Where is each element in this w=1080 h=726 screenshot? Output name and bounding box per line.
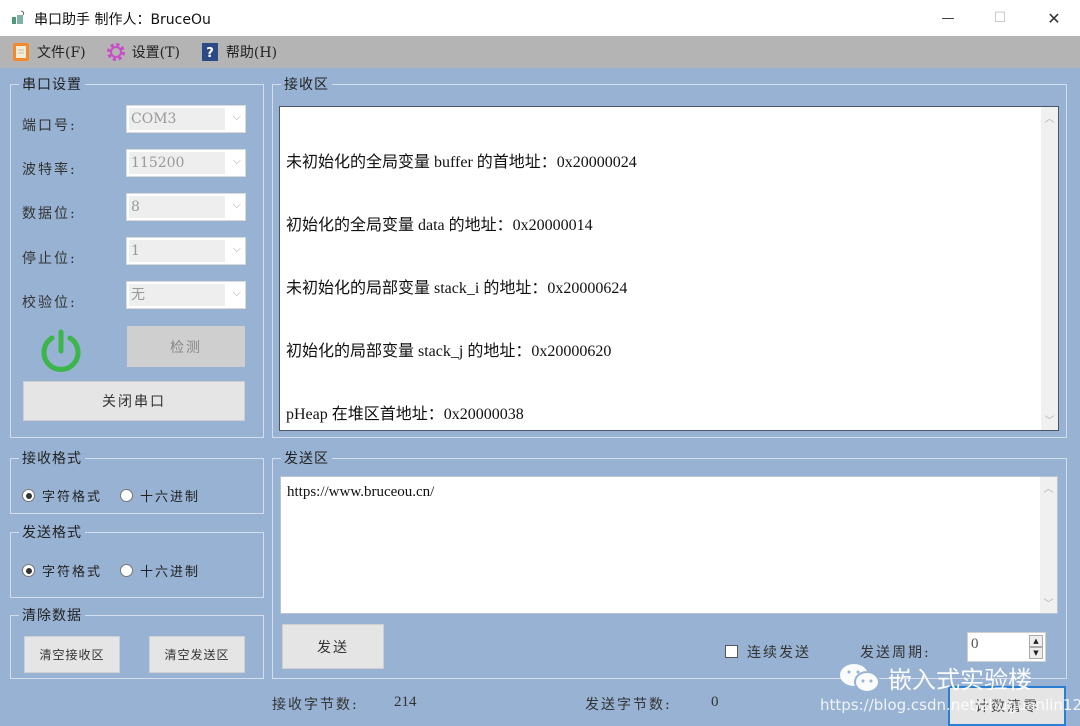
- receive-hex-radio[interactable]: [120, 489, 134, 502]
- title-bar: 串口助手 制作人：BruceOu — ☐ ✕: [0, 0, 1080, 36]
- clear-data-title: 清除数据: [19, 605, 85, 625]
- power-icon: [38, 328, 84, 374]
- chevron-down-icon: ⌵: [232, 198, 241, 211]
- clear-receive-label: 清空接收区: [39, 648, 105, 662]
- receive-hex-label: 十六进制: [140, 490, 201, 505]
- chevron-down-icon: ⌵: [232, 242, 241, 255]
- send-scrollbar[interactable]: ︿ ﹀: [1040, 477, 1057, 613]
- stop-bits-select[interactable]: 1 ⌵: [126, 237, 246, 265]
- help-icon: ?: [200, 42, 220, 62]
- chevron-down-icon: ⌵: [232, 286, 241, 299]
- close-icon: ✕: [1047, 8, 1061, 28]
- scroll-up-icon[interactable]: ︿: [1041, 110, 1058, 125]
- send-hex-label: 十六进制: [140, 565, 201, 580]
- menu-settings-label: 设置(T): [131, 45, 180, 61]
- receive-area-title: 接收区: [281, 74, 332, 94]
- data-bits-value: 8: [129, 196, 225, 218]
- port-label: 端口号:: [22, 118, 77, 134]
- receive-line: 初始化的局部变量 stack_j 的地址：0x20000620: [286, 343, 612, 360]
- receive-line: 未初始化的局部变量 stack_i 的地址：0x20000624: [286, 280, 628, 297]
- receive-format-title: 接收格式: [19, 448, 85, 468]
- send-period-spinner[interactable]: 0 ▲ ▼: [967, 632, 1046, 662]
- clear-send-button[interactable]: 清空发送区: [149, 636, 245, 673]
- continuous-send-checkbox[interactable]: [725, 645, 738, 658]
- data-bits-select[interactable]: 8 ⌵: [126, 193, 246, 221]
- port-select[interactable]: COM3 ⌵: [126, 105, 246, 133]
- menu-file-label: 文件(F): [37, 45, 86, 61]
- stop-bits-value: 1: [129, 240, 225, 262]
- send-format-options: 字符格式 十六进制: [22, 561, 218, 580]
- reset-count-button[interactable]: 计数清零: [948, 686, 1066, 726]
- close-port-button-label: 关闭串口: [102, 394, 166, 410]
- menu-file[interactable]: 文件(F): [11, 42, 86, 62]
- chevron-down-icon: ⌵: [232, 154, 241, 167]
- window-title: 串口助手 制作人：BruceOu: [34, 12, 211, 28]
- minimize-icon: —: [941, 10, 955, 26]
- send-period-value: 0: [971, 636, 979, 652]
- send-format-title: 发送格式: [19, 522, 85, 542]
- detect-button[interactable]: 检测: [127, 326, 245, 367]
- close-button[interactable]: ✕: [1031, 0, 1077, 36]
- menu-bar: 文件(F) 设置(T) ? 帮助(H): [0, 36, 1080, 68]
- reset-count-label: 计数清零: [975, 699, 1039, 715]
- svg-text:?: ?: [206, 46, 214, 61]
- app-icon: [11, 10, 27, 26]
- data-bits-label: 数据位:: [22, 206, 77, 222]
- spin-up-icon[interactable]: ▲: [1029, 635, 1043, 647]
- send-area-title: 发送区: [281, 448, 332, 468]
- recv-bytes-label: 接收字节数:: [272, 697, 359, 713]
- sent-bytes-label: 发送字节数:: [585, 697, 672, 713]
- send-content: https://www.bruceou.cn/: [287, 484, 435, 500]
- baud-rate-select[interactable]: 115200 ⌵: [126, 149, 246, 177]
- receive-line: 未初始化的全局变量 buffer 的首地址：0x20000024: [286, 154, 637, 171]
- sent-bytes-value: 0: [711, 694, 719, 710]
- file-icon: [11, 42, 31, 62]
- stop-bits-label: 停止位:: [22, 251, 77, 267]
- continuous-send-label: 连续发送: [747, 645, 811, 661]
- menu-help[interactable]: ? 帮助(H): [200, 42, 277, 62]
- send-button[interactable]: 发送: [282, 624, 384, 669]
- receive-content: 未初始化的全局变量 buffer 的首地址：0x20000024 初始化的全局变…: [280, 107, 1058, 470]
- port-value: COM3: [129, 108, 225, 130]
- scroll-down-icon[interactable]: ﹀: [1040, 595, 1057, 610]
- menu-help-label: 帮助(H): [225, 45, 278, 61]
- clear-receive-button[interactable]: 清空接收区: [24, 636, 120, 673]
- baud-rate-value: 115200: [129, 152, 225, 174]
- send-period-label: 发送周期:: [860, 645, 931, 661]
- send-textarea[interactable]: https://www.bruceou.cn/ ︿ ﹀: [280, 476, 1058, 614]
- menu-settings[interactable]: 设置(T): [106, 42, 180, 62]
- detect-button-label: 检测: [170, 339, 202, 356]
- serial-settings-title: 串口设置: [19, 74, 85, 94]
- minimize-button[interactable]: —: [925, 0, 971, 36]
- receive-textarea[interactable]: 未初始化的全局变量 buffer 的首地址：0x20000024 初始化的全局变…: [279, 106, 1059, 431]
- clear-send-label: 清空发送区: [164, 648, 230, 662]
- receive-format-options: 字符格式 十六进制: [22, 486, 218, 505]
- send-hex-radio[interactable]: [120, 564, 134, 577]
- gear-icon: [106, 42, 126, 62]
- chevron-down-icon: ⌵: [232, 110, 241, 123]
- receive-char-label: 字符格式: [42, 490, 103, 505]
- receive-line: 初始化的全局变量 data 的地址：0x20000014: [286, 217, 593, 234]
- send-button-label: 发送: [317, 639, 349, 656]
- maximize-icon: ☐: [993, 10, 1007, 26]
- scroll-down-icon[interactable]: ﹀: [1041, 412, 1058, 427]
- scroll-up-icon[interactable]: ︿: [1040, 480, 1057, 495]
- receive-line: pHeap 在堆区首地址：0x20000038: [286, 406, 524, 423]
- parity-label: 校验位:: [22, 295, 77, 311]
- parity-value: 无: [129, 284, 225, 306]
- parity-select[interactable]: 无 ⌵: [126, 281, 246, 309]
- send-char-radio[interactable]: [22, 564, 35, 577]
- receive-scrollbar[interactable]: ︿ ﹀: [1041, 107, 1058, 430]
- maximize-button[interactable]: ☐: [977, 0, 1023, 36]
- spin-down-icon[interactable]: ▼: [1029, 647, 1043, 659]
- recv-bytes-value: 214: [394, 694, 417, 710]
- send-char-label: 字符格式: [42, 565, 103, 580]
- receive-char-radio[interactable]: [22, 489, 35, 502]
- close-port-button[interactable]: 关闭串口: [23, 381, 245, 421]
- baud-rate-label: 波特率:: [22, 162, 77, 178]
